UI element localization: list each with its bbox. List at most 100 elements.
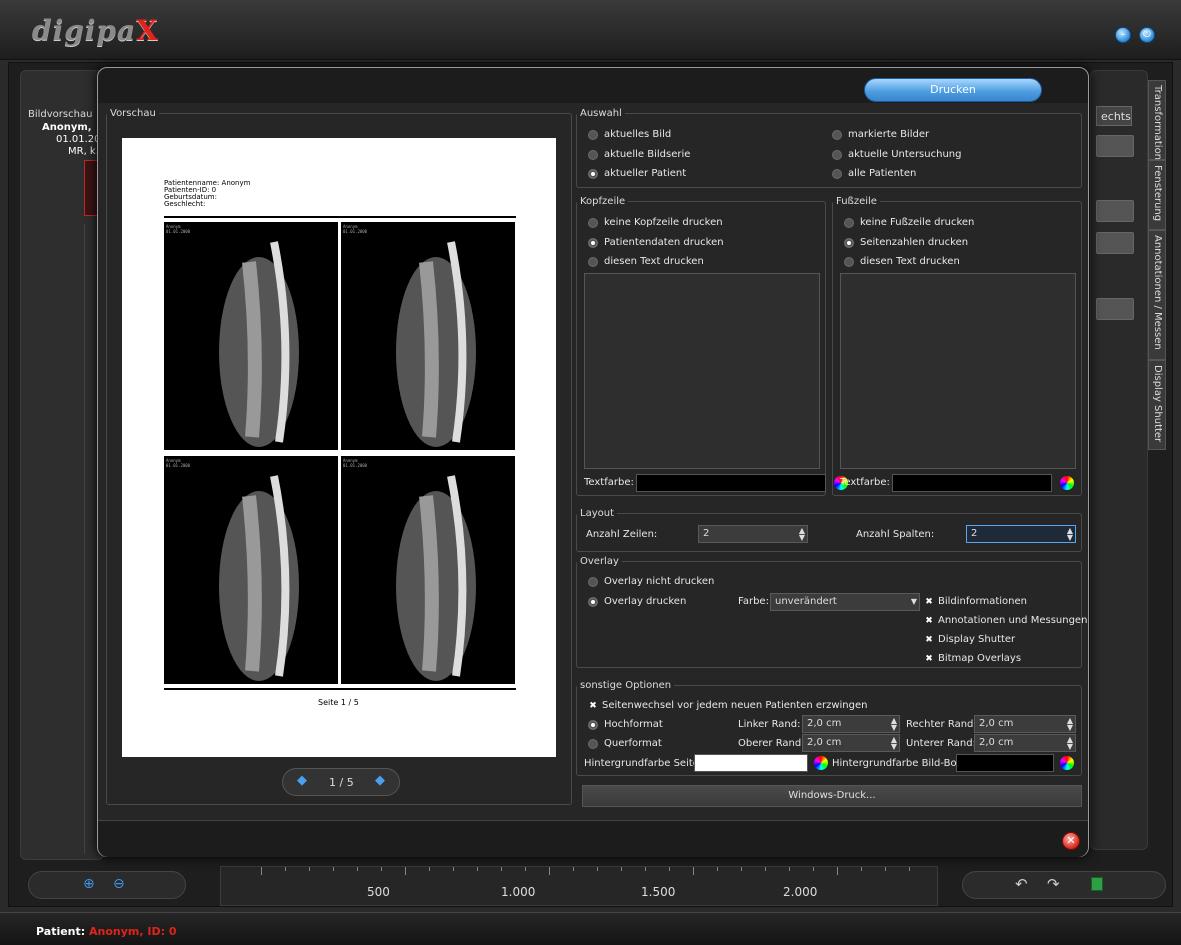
zoom-out-icon[interactable]: ⊖ <box>113 876 125 892</box>
bg-box-color-field[interactable] <box>956 754 1054 772</box>
radio-overlay-nicht[interactable] <box>588 577 598 587</box>
preview-image-1: Anonym 01.01.2000 <box>164 222 338 450</box>
zoom-controls: ⊕ ⊖ <box>28 871 186 899</box>
color-wheel-icon[interactable] <box>814 756 828 770</box>
tool-panel <box>1090 70 1148 850</box>
next-page-icon[interactable]: ◆ <box>375 773 385 788</box>
radio-aktuelle-bildserie[interactable] <box>588 150 598 160</box>
redo-icon[interactable]: ↷ <box>1047 875 1060 893</box>
bg-page-color-field[interactable] <box>694 754 808 772</box>
tree-item-patient[interactable]: Anonym, <box>28 122 101 134</box>
spinner-arrows-icon[interactable]: ▲ ▼ <box>891 736 897 751</box>
spinner-arrows-icon[interactable]: ▲ ▼ <box>891 717 897 732</box>
radio-patientendaten[interactable] <box>588 238 598 248</box>
radio-keine-kopfzeile[interactable] <box>588 218 598 228</box>
footer-text-input[interactable] <box>840 273 1076 469</box>
radio-alle-patienten[interactable] <box>832 169 842 179</box>
cols-spinner[interactable]: 2 ▲ ▼ <box>966 525 1076 543</box>
header-color-field[interactable] <box>636 474 826 492</box>
tree-item-series[interactable]: MR, k. <box>28 146 101 158</box>
radio-label: Patientendaten drucken <box>604 237 724 248</box>
tree-item-date[interactable]: 01.01.20 <box>28 134 101 146</box>
dropdown-arrow-icon[interactable]: ▼ <box>911 598 917 606</box>
checkbox-label: Annotationen und Messungen <box>938 615 1088 626</box>
oberer-rand-label: Oberer Rand: <box>738 738 805 749</box>
rechter-rand-spinner[interactable]: 2,0 cm ▲ ▼ <box>974 715 1076 733</box>
zoom-in-icon[interactable]: ⊕ <box>83 876 95 892</box>
ruler-tick <box>501 867 502 871</box>
rows-spinner[interactable]: 2 ▲ ▼ <box>698 525 808 543</box>
export-icon[interactable] <box>1091 877 1103 891</box>
color-wheel-icon[interactable] <box>1060 756 1074 770</box>
close-icon[interactable]: ✕ <box>1062 832 1080 850</box>
tool-button[interactable] <box>1096 298 1134 320</box>
ruler-tick <box>261 867 262 875</box>
spinner-arrows-icon[interactable]: ▲ ▼ <box>799 527 805 542</box>
radio-label: aktuelle Bildserie <box>604 149 691 160</box>
prev-page-icon[interactable]: ◆ <box>297 773 307 788</box>
cols-label: Anzahl Spalten: <box>856 529 935 540</box>
patient-status: Patient: Anonym, ID: 0 <box>36 925 177 938</box>
ruler-tick <box>453 867 454 871</box>
radio-aktuelles-bild[interactable] <box>588 130 598 140</box>
history-controls: ↶ ↷ <box>962 871 1166 899</box>
radio-aktueller-patient[interactable] <box>588 169 598 179</box>
tab-annotationen[interactable]: Annotationen / Messen <box>1148 230 1166 360</box>
radio-aktuelle-untersuchung[interactable] <box>832 150 842 160</box>
patient-tree[interactable]: Anonym, 01.01.20 MR, k. <box>28 122 101 158</box>
footer-color-field[interactable] <box>892 474 1052 492</box>
unterer-rand-label: Unterer Rand: <box>906 738 976 749</box>
tab-transformation[interactable]: Transformation <box>1148 80 1166 160</box>
preview-image-2: Anonym 01.01.2000 <box>341 222 515 450</box>
bg-box-label: Hintergrundfarbe Bild-Box: <box>832 758 966 769</box>
checkbox-seitenwechsel[interactable]: ✖ <box>588 701 598 711</box>
radio-label: keine Fußzeile drucken <box>860 217 975 228</box>
radio-markierte-bilder[interactable] <box>832 130 842 140</box>
ruler-tick <box>429 867 430 871</box>
color-wheel-icon[interactable] <box>1060 476 1074 490</box>
radio-kopf-text[interactable] <box>588 257 598 267</box>
radio-seitenzahlen[interactable] <box>844 238 854 248</box>
radio-label: alle Patienten <box>848 168 917 179</box>
page-indicator: 1 / 5 <box>329 776 354 789</box>
minimize-button[interactable]: – <box>1115 27 1131 43</box>
tool-button[interactable] <box>1096 232 1134 254</box>
tab-fensterung[interactable]: Fensterung <box>1148 160 1166 230</box>
radio-label: markierte Bilder <box>848 129 930 140</box>
sonstige-title: sonstige Optionen <box>580 680 672 691</box>
tool-button[interactable] <box>1096 200 1134 222</box>
radio-label: Hochformat <box>604 719 663 730</box>
spinner-arrows-icon[interactable]: ▲ ▼ <box>1067 527 1073 542</box>
layout-title: Layout <box>580 508 614 519</box>
linker-rand-label: Linker Rand: <box>738 719 801 730</box>
windows-print-button[interactable]: Windows-Druck... <box>582 785 1082 807</box>
radio-fuss-text[interactable] <box>844 257 854 267</box>
checkbox-bildinformationen[interactable]: ✖ <box>924 597 934 607</box>
unterer-rand-spinner[interactable]: 2,0 cm ▲ ▼ <box>974 734 1076 752</box>
linker-rand-spinner[interactable]: 2,0 cm ▲ ▼ <box>802 715 900 733</box>
preview-header: Patientenname: Anonym Patienten-ID: 0 Ge… <box>164 179 251 208</box>
checkbox-display-shutter[interactable]: ✖ <box>924 635 934 645</box>
oberer-rand-spinner[interactable]: 2,0 cm ▲ ▼ <box>802 734 900 752</box>
ruler-label: 1.500 <box>641 885 676 899</box>
overlay-color-select[interactable]: unverändert ▼ <box>770 593 920 611</box>
radio-hochformat[interactable] <box>588 720 598 730</box>
radio-overlay-drucken[interactable] <box>588 597 598 607</box>
header-text-input[interactable] <box>584 273 820 469</box>
undo-icon[interactable]: ↶ <box>1015 875 1028 893</box>
radio-label: diesen Text drucken <box>860 256 960 267</box>
checkbox-annotationen[interactable]: ✖ <box>924 616 934 626</box>
spinner-arrows-icon[interactable]: ▲ ▼ <box>1067 736 1073 751</box>
print-button[interactable]: Drucken <box>864 78 1042 102</box>
tool-button[interactable] <box>1096 135 1134 157</box>
power-button[interactable]: ⏻ <box>1139 27 1155 43</box>
rotate-right-button[interactable]: echts <box>1096 106 1132 126</box>
preview-title: Vorschau <box>110 108 156 119</box>
title-bar <box>0 0 1181 60</box>
spinner-arrows-icon[interactable]: ▲ ▼ <box>1067 717 1073 732</box>
radio-querformat[interactable] <box>588 739 598 749</box>
checkbox-bitmap-overlays[interactable]: ✖ <box>924 654 934 664</box>
radio-keine-fusszeile[interactable] <box>844 218 854 228</box>
ruler-tick <box>645 867 646 871</box>
tab-display-shutter[interactable]: Display Shutter <box>1148 360 1166 450</box>
